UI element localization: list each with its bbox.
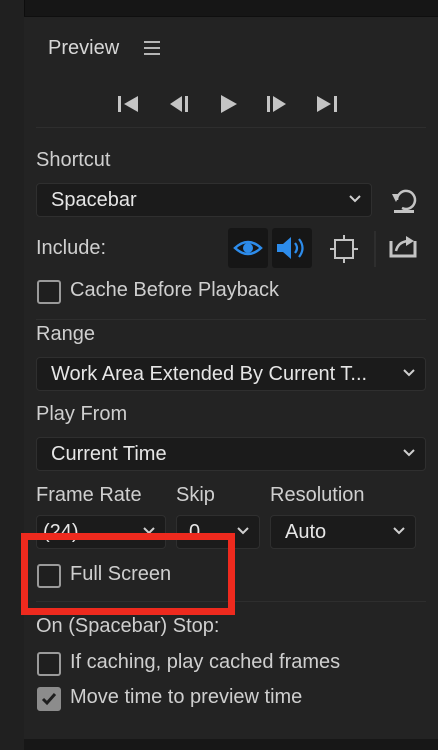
overlay-frame-icon [330, 235, 358, 263]
shortcut-value: Spacebar [51, 189, 137, 211]
chevron-down-icon [393, 527, 405, 535]
eye-icon [233, 240, 263, 256]
stop-label: On (Spacebar) Stop: [36, 615, 220, 637]
panel-menu-icon[interactable] [144, 41, 160, 59]
move-time-label: Move time to preview time [70, 686, 303, 708]
move-time-checkbox[interactable] [37, 687, 61, 711]
play-from-dropdown[interactable]: Current Time [36, 437, 426, 471]
if-caching-label: If caching, play cached frames [70, 651, 341, 673]
chevron-down-icon [403, 369, 415, 377]
cache-before-playback-label: Cache Before Playback [70, 279, 280, 301]
play-icon[interactable] [216, 93, 242, 115]
resolution-label: Resolution [270, 484, 365, 506]
skip-label: Skip [176, 484, 215, 506]
divider [374, 231, 376, 267]
highlight-box [21, 533, 235, 615]
left-panel-edge [0, 0, 25, 750]
frame-rate-label: Frame Rate [36, 484, 142, 506]
divider [36, 127, 426, 128]
last-frame-icon[interactable] [314, 93, 340, 115]
range-value: Work Area Extended By Current T... [51, 363, 368, 385]
play-from-value: Current Time [51, 443, 167, 465]
first-frame-icon[interactable] [116, 93, 142, 115]
shortcut-dropdown[interactable]: Spacebar [36, 183, 372, 217]
previous-frame-icon[interactable] [166, 93, 192, 115]
resolution-dropdown[interactable]: Auto [270, 515, 416, 549]
chevron-down-icon [237, 527, 249, 535]
range-label: Range [36, 323, 95, 345]
shortcut-label: Shortcut [36, 149, 111, 171]
include-overlays-button[interactable] [324, 228, 364, 268]
chevron-down-icon [403, 449, 415, 457]
chevron-down-icon [349, 195, 361, 203]
resolution-value: Auto [285, 521, 327, 543]
panel-title[interactable]: Preview [48, 37, 119, 60]
range-dropdown[interactable]: Work Area Extended By Current T... [36, 357, 426, 391]
panel-bottom-edge [24, 738, 438, 750]
if-caching-checkbox[interactable] [37, 652, 61, 676]
checkmark-icon [41, 693, 57, 706]
include-label: Include: [36, 237, 107, 259]
preview-panel: Preview Shortcut Spacebar Include: Cache… [24, 16, 438, 739]
include-video-button[interactable] [228, 228, 268, 268]
speaker-icon [277, 237, 304, 259]
reset-icon[interactable] [388, 188, 418, 214]
play-from-label: Play From [36, 403, 128, 425]
export-icon[interactable] [388, 233, 418, 259]
next-frame-icon[interactable] [264, 93, 290, 115]
divider [36, 319, 426, 320]
transport-controls [116, 93, 346, 117]
cache-before-playback-checkbox[interactable] [37, 280, 61, 304]
include-audio-button[interactable] [272, 228, 312, 268]
